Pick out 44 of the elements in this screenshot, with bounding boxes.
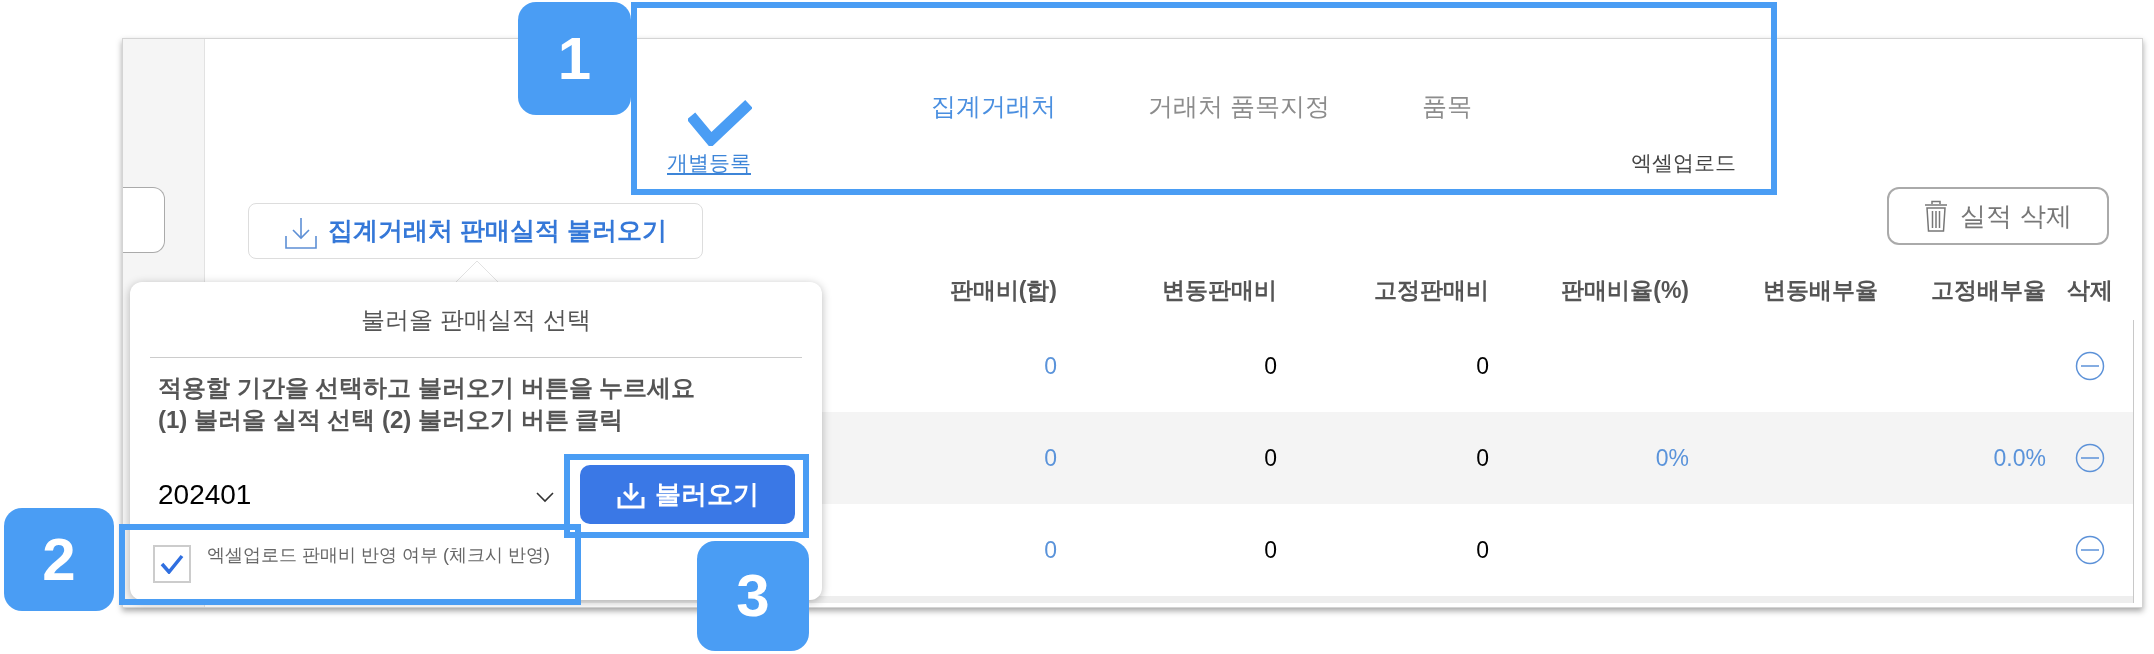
- table-cell: 0%: [1655, 444, 1689, 472]
- table-cell: 0: [1264, 352, 1277, 380]
- check-icon: [688, 100, 752, 146]
- step-badge: 2: [4, 508, 114, 611]
- table-cell: 0: [1264, 444, 1277, 472]
- table-cell: 0: [1476, 352, 1489, 380]
- table-cell: 0: [1044, 536, 1057, 564]
- minus-circle-icon[interactable]: [2075, 443, 2105, 473]
- column-header: 변동판매비: [1162, 275, 1277, 305]
- tab[interactable]: 거래처 품목지정: [1148, 91, 1330, 121]
- table-cell: 0.0%: [1993, 444, 2046, 472]
- popover-title: 불러올 판매실적 선택: [361, 305, 591, 335]
- table-cell: 0: [1264, 536, 1277, 564]
- download-icon: [284, 216, 319, 250]
- table-cell: 0: [1476, 536, 1489, 564]
- mode-link[interactable]: 엑셀업로드: [1631, 149, 1736, 177]
- step-badge: 3: [697, 541, 809, 651]
- table-cell: 0: [1044, 444, 1057, 472]
- instruction-text: (1) 불러올 실적 선택 (2) 불러오기 버튼 클릭: [158, 405, 624, 435]
- column-header: 고정판매비: [1374, 275, 1489, 305]
- period-select[interactable]: 202401: [158, 465, 560, 524]
- download-icon: [616, 480, 645, 509]
- mode-link[interactable]: 개별등록: [667, 149, 751, 177]
- check-icon: [160, 554, 184, 574]
- column-header: 삭제: [2067, 275, 2113, 305]
- minus-circle-icon[interactable]: [2075, 351, 2105, 381]
- column-header: 판매비율(%): [1561, 275, 1689, 305]
- tab[interactable]: 품목: [1421, 91, 1472, 121]
- trash-icon: [1924, 200, 1949, 232]
- checkbox-label: 엑셀업로드 판매비 반영 여부 (체크시 반영): [207, 545, 550, 565]
- chevron-down-icon: [536, 492, 554, 503]
- column-header: 고정배부율: [1931, 275, 2046, 305]
- minus-circle-icon[interactable]: [2075, 535, 2105, 565]
- column-header: 판매비(합): [949, 275, 1057, 305]
- step-badge: 1: [518, 2, 631, 115]
- side-button[interactable]: [123, 187, 165, 253]
- column-header: 변동배부율: [1763, 275, 1878, 305]
- table-cell: 0: [1044, 352, 1057, 380]
- load-button[interactable]: 불러오기: [580, 465, 795, 524]
- tab[interactable]: 집계거래처: [931, 91, 1056, 121]
- table-cell: 0: [1476, 444, 1489, 472]
- checkbox[interactable]: [153, 545, 191, 583]
- delete-records-button[interactable]: 실적 삭제: [1887, 187, 2109, 245]
- instruction-text: 적용할 기간을 선택하고 불러오기 버튼을 누르세요: [158, 373, 696, 403]
